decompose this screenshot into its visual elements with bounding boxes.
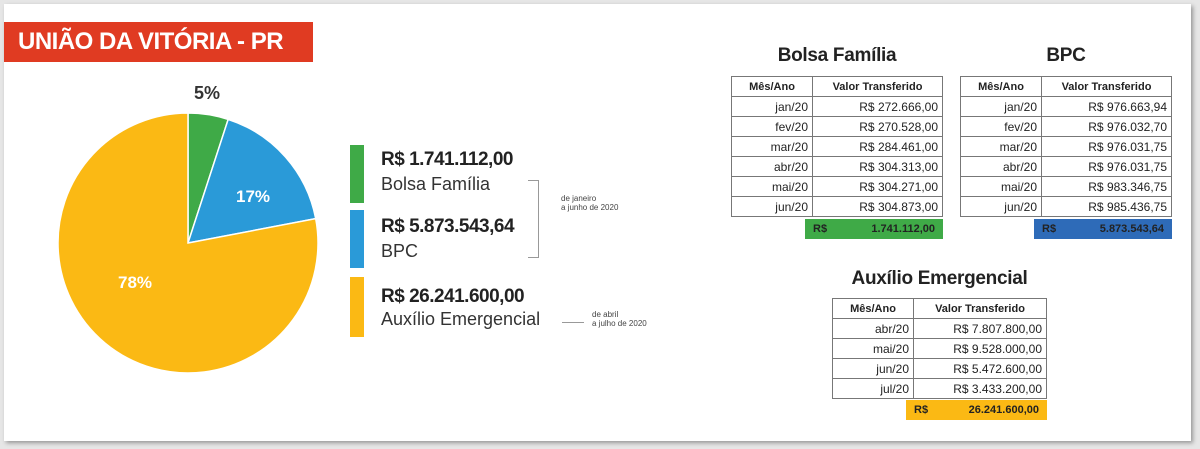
legend-name-bpc: BPC	[381, 241, 419, 261]
col-header-valor: Valor Transferido	[1041, 76, 1172, 97]
pie-label-aux-lio-emergencial: 78%	[118, 273, 152, 292]
table-auxilio: Mês/Ano Valor Transferido abr/20 R$ 7.807…	[832, 298, 1047, 399]
total-row-bpc: R$ 5.873.543,64	[1034, 219, 1172, 239]
legend-name-auxilio: Auxílio Emergencial	[381, 309, 541, 329]
pie-label-bolsa-fam-lia: 5%	[194, 83, 220, 103]
legend-swatch-bpc	[350, 210, 364, 268]
pie-label-bpc: 17%	[236, 187, 270, 206]
total-row-bolsa: R$ 1.741.112,00	[805, 219, 943, 239]
connector-line-auxilio	[562, 322, 584, 323]
table-row: jul/20 R$ 3.433.200,00	[832, 378, 1047, 399]
legend-name-bolsa: Bolsa Família	[381, 174, 491, 194]
table-row: mar/20 R$ 976.031,75	[960, 136, 1172, 157]
table-title-auxilio: Auxílio Emergencial	[851, 268, 1028, 289]
table-row: jun/20 R$ 304.873,00	[731, 196, 943, 217]
table-title-bolsa: Bolsa Família	[777, 45, 897, 66]
col-header-mes: Mês/Ano	[731, 76, 813, 97]
table-row: fev/20 R$ 976.032,70	[960, 116, 1172, 137]
table-row: abr/20 R$ 7.807.800,00	[832, 318, 1047, 339]
col-header-valor: Valor Transferido	[913, 298, 1047, 319]
table-row: abr/20 R$ 304.313,00	[731, 156, 943, 177]
table-row: jun/20 R$ 985.436,75	[960, 196, 1172, 217]
table-row: jun/20 R$ 5.472.600,00	[832, 358, 1047, 379]
table-row: mai/20 R$ 304.271,00	[731, 176, 943, 197]
legend-value-bpc: R$ 5.873.543,64	[381, 216, 515, 237]
table-title-bpc: BPC	[1046, 45, 1086, 66]
table-row: abr/20 R$ 976.031,75	[960, 156, 1172, 177]
table-bpc: Mês/Ano Valor Transferido jan/20 R$ 976.6…	[960, 76, 1172, 217]
col-header-valor: Valor Transferido	[812, 76, 943, 97]
table-row: jan/20 R$ 976.663,94	[960, 96, 1172, 117]
col-header-mes: Mês/Ano	[960, 76, 1042, 97]
col-header-mes: Mês/Ano	[832, 298, 914, 319]
page-title: UNIÃO DA VITÓRIA - PR	[4, 22, 313, 62]
table-row: fev/20 R$ 270.528,00	[731, 116, 943, 137]
table-row: jan/20 R$ 272.666,00	[731, 96, 943, 117]
table-row: mar/20 R$ 284.461,00	[731, 136, 943, 157]
legend-swatch-bolsa	[350, 145, 364, 203]
legend-swatch-auxilio	[350, 277, 364, 337]
table-row: mai/20 R$ 983.346,75	[960, 176, 1172, 197]
bracket-jan-jun	[528, 180, 539, 258]
table-bolsa: Mês/Ano Valor Transferido jan/20 R$ 272.6…	[731, 76, 943, 217]
pie-chart: 5% 17% 78%	[57, 83, 319, 374]
period-note-abr-jul: de abril a julho de 2020	[592, 310, 647, 328]
period-note-jan-jun: de janeiro a junho de 2020	[561, 194, 619, 212]
table-row: mai/20 R$ 9.528.000,00	[832, 338, 1047, 359]
legend-value-auxilio: R$ 26.241.600,00	[381, 286, 525, 307]
legend-value-bolsa: R$ 1.741.112,00	[381, 149, 513, 170]
total-row-auxilio: R$ 26.241.600,00	[906, 400, 1047, 420]
